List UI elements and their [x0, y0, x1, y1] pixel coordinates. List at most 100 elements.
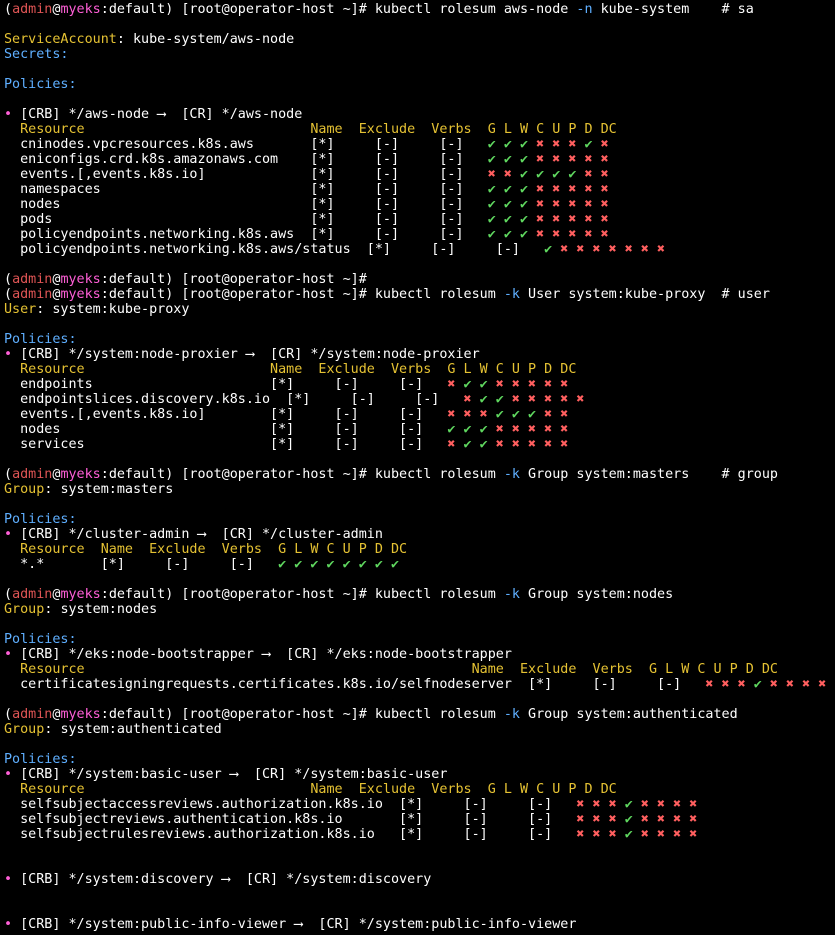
prompt-user: admin: [12, 587, 53, 602]
command-line: (admin@myeks:default) [root@operator-hos…: [4, 467, 778, 482]
cross-icon: ✖: [519, 422, 537, 437]
prompt-host: [root@operator-host ~]#: [173, 2, 367, 17]
command-text: kubectl rolesum: [366, 587, 504, 602]
cross-icon: ✖: [536, 407, 553, 422]
cross-icon: ✖: [544, 197, 561, 212]
prompt-cluster: myeks: [60, 287, 101, 302]
crb-label: [CRB] */system:node-proxier: [20, 347, 246, 362]
cross-icon: ✖: [560, 227, 577, 242]
cross-icon: ✖: [648, 827, 666, 842]
cross-icon: ✖: [487, 377, 504, 392]
prompt-cluster: myeks: [60, 587, 101, 602]
verbs-matrix: ✔ ✔ ✔ ✖ ✖ ✖ ✖ ✖: [488, 197, 609, 212]
check-icon: ✔: [487, 407, 504, 422]
cross-icon: ✖: [592, 167, 609, 182]
table-row: *.* [*] [-] [-] ✔ ✔ ✔ ✔ ✔ ✔ ✔ ✔: [4, 557, 399, 572]
policies-line: Policies:: [4, 332, 77, 347]
command-flag: -k: [503, 707, 520, 722]
policies-line: Policies:: [4, 752, 77, 767]
check-icon: ✔: [495, 197, 512, 212]
terminal-window[interactable]: (admin@myeks:default) [root@operator-hos…: [0, 0, 835, 935]
policies-heading: Policies:: [4, 512, 77, 527]
cross-icon: ✖: [616, 242, 633, 257]
cross-icon: ✖: [536, 437, 553, 452]
check-icon: ✔: [495, 137, 512, 152]
cross-icon: ✖: [600, 797, 617, 812]
prompt-user: admin: [12, 707, 53, 722]
prompt-namespace: default: [108, 587, 166, 602]
cross-icon: ✖: [560, 137, 577, 152]
cross-icon: ✖: [528, 137, 545, 152]
table-row: certificatesigningrequests.certificates.…: [4, 677, 826, 692]
cross-icon: ✖: [681, 812, 698, 827]
bullet-icon: •: [4, 767, 21, 782]
cross-icon: ✖: [544, 212, 561, 227]
prompt-paren: (: [4, 287, 13, 302]
subject-name: system:kube-proxy: [52, 302, 190, 317]
binding-line: • [CRB] */system:discovery ⟶ [CR] */syst…: [4, 872, 431, 887]
command-line: (admin@myeks:default) [root@operator-hos…: [4, 587, 673, 602]
verbs-matrix: ✖ ✖ ✖ ✔ ✔ ✔ ✖ ✖: [447, 407, 568, 422]
policies-heading: Policies:: [4, 632, 77, 647]
subject-line: Group: system:nodes: [4, 602, 157, 617]
command-flag: -k: [503, 287, 520, 302]
check-icon: ✔: [382, 557, 400, 572]
secrets-heading: Secrets:: [4, 47, 69, 62]
bullet-icon: •: [4, 527, 21, 542]
cross-icon: ✖: [503, 437, 520, 452]
check-icon: ✔: [576, 137, 593, 152]
prompt-host: [root@operator-host ~]#: [173, 272, 367, 287]
check-icon: ✔: [616, 827, 633, 842]
prompt-host: [root@operator-host ~]#: [173, 467, 367, 482]
cross-icon: ✖: [536, 422, 553, 437]
cross-icon: ✖: [810, 677, 827, 692]
cross-icon: ✖: [665, 812, 682, 827]
prompt-host: [root@operator-host ~]#: [173, 287, 367, 302]
cross-icon: ✖: [552, 377, 569, 392]
cross-icon: ✖: [576, 212, 593, 227]
prompt-user: admin: [12, 2, 53, 17]
check-icon: ✔: [455, 422, 472, 437]
subject-sep: :: [44, 482, 61, 497]
command-args: Group system:nodes: [519, 587, 674, 602]
subject-name: system:nodes: [60, 602, 158, 617]
cross-icon: ✖: [471, 407, 488, 422]
cross-icon: ✖: [794, 677, 811, 692]
prompt-colon: :: [100, 707, 109, 722]
check-icon: ✔: [616, 797, 633, 812]
check-icon: ✔: [471, 392, 488, 407]
binding-line: • [CRB] */aws-node ⟶ [CR] */aws-node: [4, 107, 302, 122]
subject-line: User: system:kube-proxy: [4, 302, 189, 317]
table-row: events.[,events.k8s.io] [*] [-] [-] ✖ ✖ …: [4, 407, 568, 422]
cross-icon: ✖: [552, 422, 569, 437]
prompt-cluster: myeks: [60, 2, 101, 17]
cr-label: [CR] */system:public-info-viewer: [302, 917, 577, 932]
cross-icon: ✖: [560, 212, 577, 227]
table-header: Resource Name Exclude Verbs G L W C U P …: [4, 662, 778, 677]
check-icon: ✔: [318, 557, 335, 572]
check-icon: ✔: [487, 137, 496, 152]
command-args: Group system:authenticated: [519, 707, 738, 722]
table-row: pods [*] [-] [-] ✔ ✔ ✔ ✖ ✖ ✖ ✖ ✖: [4, 212, 609, 227]
policies-line: Policies:: [4, 632, 77, 647]
subject-sep: :: [116, 32, 133, 47]
cross-icon: ✖: [665, 827, 682, 842]
prompt-colon: :: [100, 467, 109, 482]
check-icon: ✔: [519, 407, 537, 422]
prompt-colon: :: [100, 2, 109, 17]
prompt-cluster: myeks: [60, 467, 101, 482]
cross-icon: ✖: [487, 167, 496, 182]
cross-icon: ✖: [632, 797, 649, 812]
subject-kind: User: [4, 302, 37, 317]
command-args: Group system:masters # group: [519, 467, 778, 482]
prompt-host: [root@operator-host ~]#: [173, 587, 367, 602]
cross-icon: ✖: [536, 377, 553, 392]
bullet-icon: •: [4, 647, 21, 662]
verbs-matrix: ✔ ✔ ✔ ✖ ✖ ✖ ✖ ✖: [488, 212, 609, 227]
prompt-paren: (: [4, 707, 13, 722]
cross-icon: ✖: [592, 182, 609, 197]
check-icon: ✔: [471, 437, 488, 452]
prompt-user: admin: [12, 272, 53, 287]
arrow-icon: ⟶: [197, 527, 206, 542]
subject-name: system:authenticated: [60, 722, 222, 737]
